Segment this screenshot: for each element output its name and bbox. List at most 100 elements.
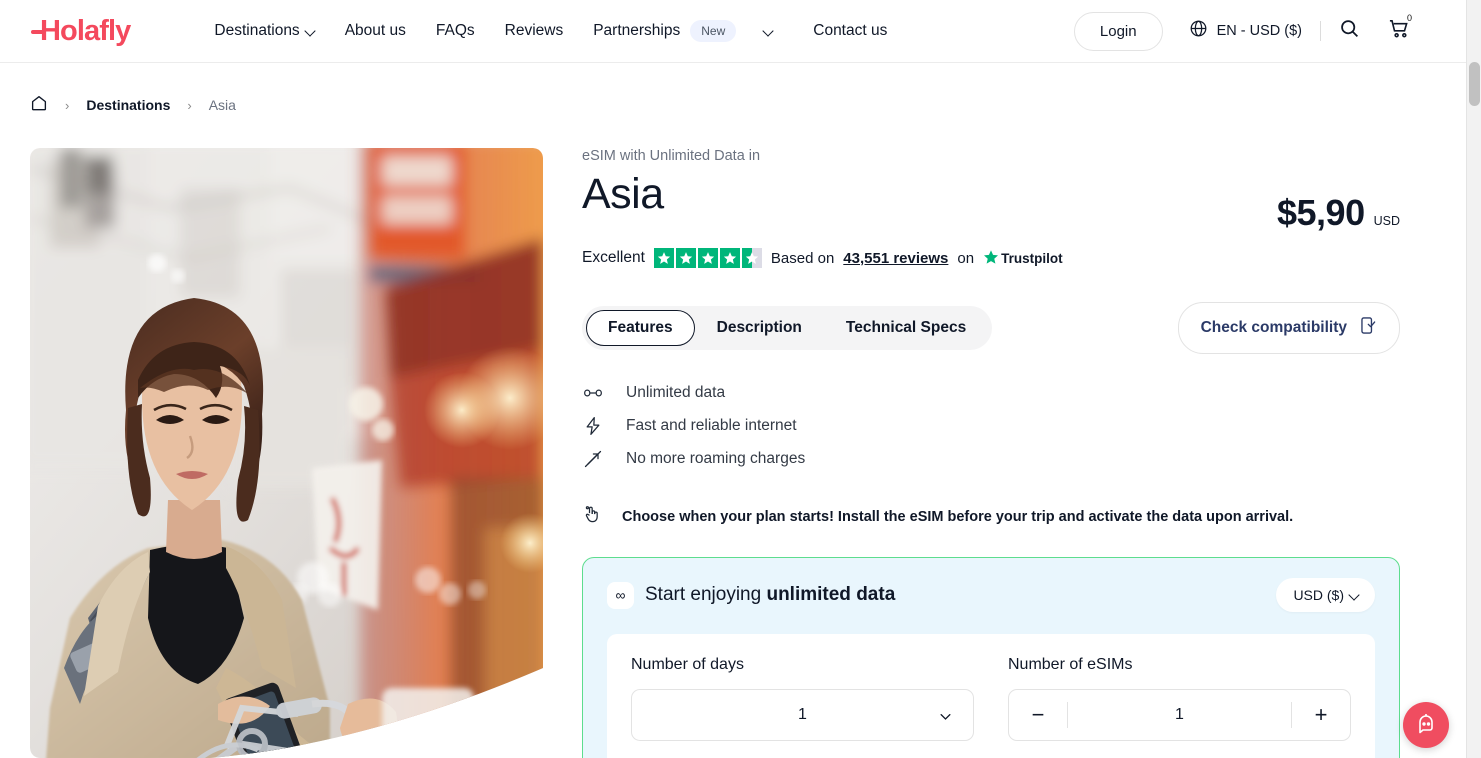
login-button[interactable]: Login (1073, 11, 1163, 51)
cart-button[interactable]: 0 (1388, 13, 1412, 45)
trustpilot-reviews-link[interactable]: 43,551 reviews (843, 250, 948, 267)
nav-item-reviews[interactable]: Reviews (505, 22, 564, 40)
tap-hand-icon (582, 503, 602, 530)
nav-label: Contact us (813, 22, 888, 39)
title-price-row: Asia $5,90 USD (582, 170, 1400, 234)
logo-accent-bar (31, 29, 46, 34)
chevron-down-icon (938, 709, 953, 729)
chevron-down-icon (306, 27, 315, 36)
site-header: Holafly Destinations About us FAQs Revie… (0, 0, 1466, 63)
plan-config-card: Number of days 1 Number of eSIMs − 1 + (607, 634, 1375, 758)
no-roaming-icon (582, 449, 604, 469)
panel-title: Start enjoying unlimited data (645, 584, 895, 606)
compat-label: Check compatibility (1200, 319, 1347, 336)
plan-config-columns: Number of days 1 Number of eSIMs − 1 + (631, 656, 1351, 741)
nav-item-partnerships[interactable]: Partnerships New (593, 20, 773, 42)
nav-item-about-us[interactable]: About us (345, 22, 406, 40)
chat-support-button[interactable] (1403, 702, 1449, 748)
destination-hero-image (30, 148, 543, 758)
star-icon (719, 248, 740, 268)
tab-technical-specs[interactable]: Technical Specs (824, 310, 988, 346)
feature-label: No more roaming charges (626, 450, 806, 467)
breadcrumb: › Destinations › Asia (30, 92, 236, 118)
trustpilot-stars (653, 248, 762, 268)
trustpilot-brand[interactable]: Trustpilot (983, 249, 1063, 268)
panel-title-bold: unlimited data (766, 584, 896, 605)
star-icon (675, 248, 696, 268)
breadcrumb-separator: › (187, 97, 192, 113)
nav-item-faqs[interactable]: FAQs (436, 22, 475, 40)
search-icon (1339, 18, 1360, 44)
nav-label: Partnerships (593, 22, 681, 39)
cart-count-badge: 0 (1406, 13, 1412, 23)
feature-item: No more roaming charges (582, 449, 1400, 469)
number-of-days-select[interactable]: 1 (631, 689, 974, 741)
nav-label: Destinations (214, 22, 300, 39)
plan-start-notice: Choose when your plan starts! Install th… (582, 503, 1400, 530)
chevron-down-icon (764, 27, 773, 36)
tabs-row: Features Description Technical Specs Che… (582, 302, 1400, 354)
tab-features[interactable]: Features (586, 310, 695, 346)
breadcrumb-separator: › (65, 97, 70, 113)
currency-label: USD ($) (1293, 587, 1344, 603)
panel-title-wrap: ∞ Start enjoying unlimited data (607, 581, 895, 609)
currency-selector[interactable]: USD ($) (1276, 578, 1375, 612)
logo-text: Holafly (40, 14, 131, 47)
feature-label: Unlimited data (626, 384, 726, 401)
breadcrumb-item-asia: Asia (208, 97, 236, 113)
feature-list: Unlimited data Fast and reliable interne… (582, 383, 1400, 469)
days-value: 1 (798, 706, 807, 723)
panel-header: ∞ Start enjoying unlimited data USD ($) (607, 578, 1375, 612)
holafly-logo[interactable]: Holafly (31, 14, 131, 47)
decrement-button[interactable]: − (1009, 690, 1067, 740)
page-scrollbar[interactable] (1466, 0, 1481, 758)
plan-selection-panel: ∞ Start enjoying unlimited data USD ($) … (582, 557, 1400, 758)
check-compatibility-button[interactable]: Check compatibility (1177, 302, 1400, 354)
esims-column: Number of eSIMs − 1 + (1008, 656, 1351, 741)
locale-label: EN - USD ($) (1216, 23, 1302, 39)
esims-value: 1 (1175, 706, 1184, 723)
infinity-icon: ∞ (607, 581, 634, 609)
nav-label: About us (344, 22, 406, 39)
feature-item: Fast and reliable internet (582, 416, 1400, 436)
notice-text: Choose when your plan starts! Install th… (622, 508, 1294, 525)
search-button[interactable] (1339, 18, 1360, 44)
trustpilot-brand-label: Trustpilot (1001, 250, 1063, 266)
product-eyebrow: eSIM with Unlimited Data in (582, 148, 761, 164)
header-actions: Login EN - USD ($) 0 (1073, 11, 1412, 51)
home-icon[interactable] (30, 94, 48, 117)
infinity-icon (582, 383, 604, 403)
days-column: Number of days 1 (631, 656, 974, 741)
price-block: $5,90 USD (1277, 172, 1400, 234)
nav-item-contact-us[interactable]: Contact us (813, 22, 887, 40)
header-divider (1320, 21, 1321, 41)
price-amount: $5,90 (1277, 192, 1365, 233)
trustpilot-on-word: on (957, 249, 975, 267)
nav-item-destinations[interactable]: Destinations (214, 22, 314, 40)
half-star-icon (741, 248, 762, 268)
chevron-down-icon (1350, 591, 1358, 599)
chat-bot-icon (1414, 711, 1438, 740)
locale-selector[interactable]: EN - USD ($) (1189, 19, 1302, 43)
days-label: Number of days (631, 656, 744, 673)
price-currency: USD (1373, 214, 1400, 228)
nav-label: FAQs (435, 22, 475, 39)
trustpilot-rating-word: Excellent (582, 249, 645, 266)
scrollbar-thumb[interactable] (1469, 62, 1480, 106)
nav-label: Reviews (504, 22, 564, 39)
star-icon (697, 248, 718, 268)
tab-description[interactable]: Description (695, 310, 824, 346)
trustpilot-based-on: Based on (770, 249, 835, 267)
page-root: Holafly Destinations About us FAQs Revie… (0, 0, 1481, 758)
feature-item: Unlimited data (582, 383, 1400, 403)
feature-label: Fast and reliable internet (626, 417, 797, 434)
trustpilot-rating: Excellent Based on 43,551 reviews on Tru… (582, 248, 1400, 268)
breadcrumb-item-destinations[interactable]: Destinations (86, 97, 170, 113)
globe-icon (1189, 19, 1208, 43)
panel-title-prefix: Start enjoying (645, 584, 767, 605)
lightning-bolt-icon (582, 416, 604, 436)
page-title: Asia (582, 170, 664, 218)
increment-button[interactable]: + (1292, 690, 1350, 740)
nav-badge-new: New (690, 20, 737, 42)
product-tabs: Features Description Technical Specs (582, 306, 993, 350)
